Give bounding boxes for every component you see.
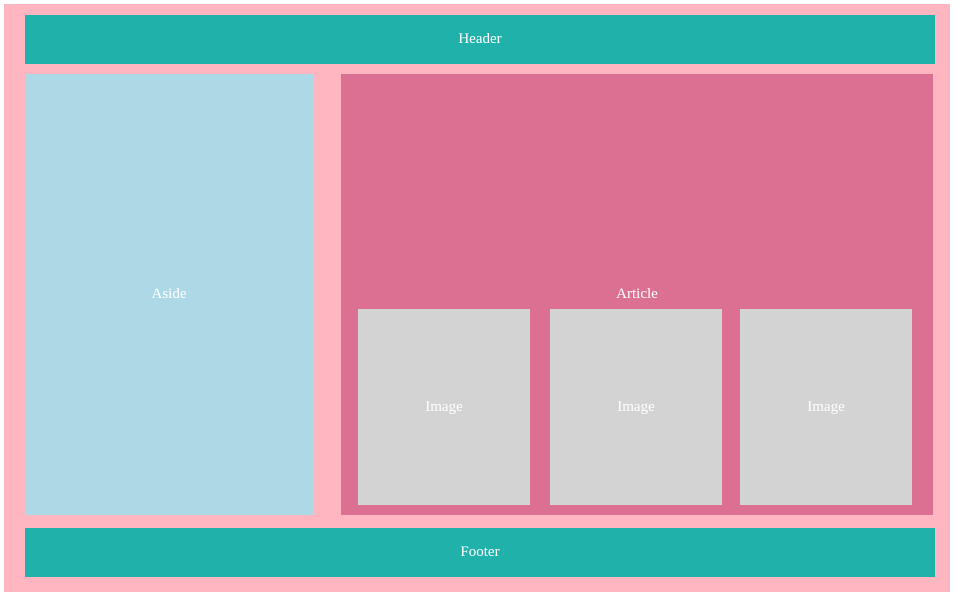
- layout-frame: Header Aside Article Image Image Image F…: [4, 4, 950, 592]
- image-placeholder-1: Image: [358, 309, 530, 505]
- header-block: Header: [25, 15, 935, 64]
- aside-block: Aside: [25, 74, 313, 515]
- article-label: Article: [616, 286, 658, 302]
- article-block: Article Image Image Image: [341, 74, 933, 515]
- footer-block: Footer: [25, 528, 935, 577]
- image-placeholder-2: Image: [550, 309, 722, 505]
- header-label: Header: [458, 31, 502, 47]
- image-placeholder-3: Image: [740, 309, 912, 505]
- image-label-3: Image: [807, 398, 845, 415]
- aside-label: Aside: [151, 286, 187, 302]
- image-label-2: Image: [617, 398, 655, 415]
- footer-label: Footer: [460, 544, 500, 560]
- image-label-1: Image: [425, 398, 463, 415]
